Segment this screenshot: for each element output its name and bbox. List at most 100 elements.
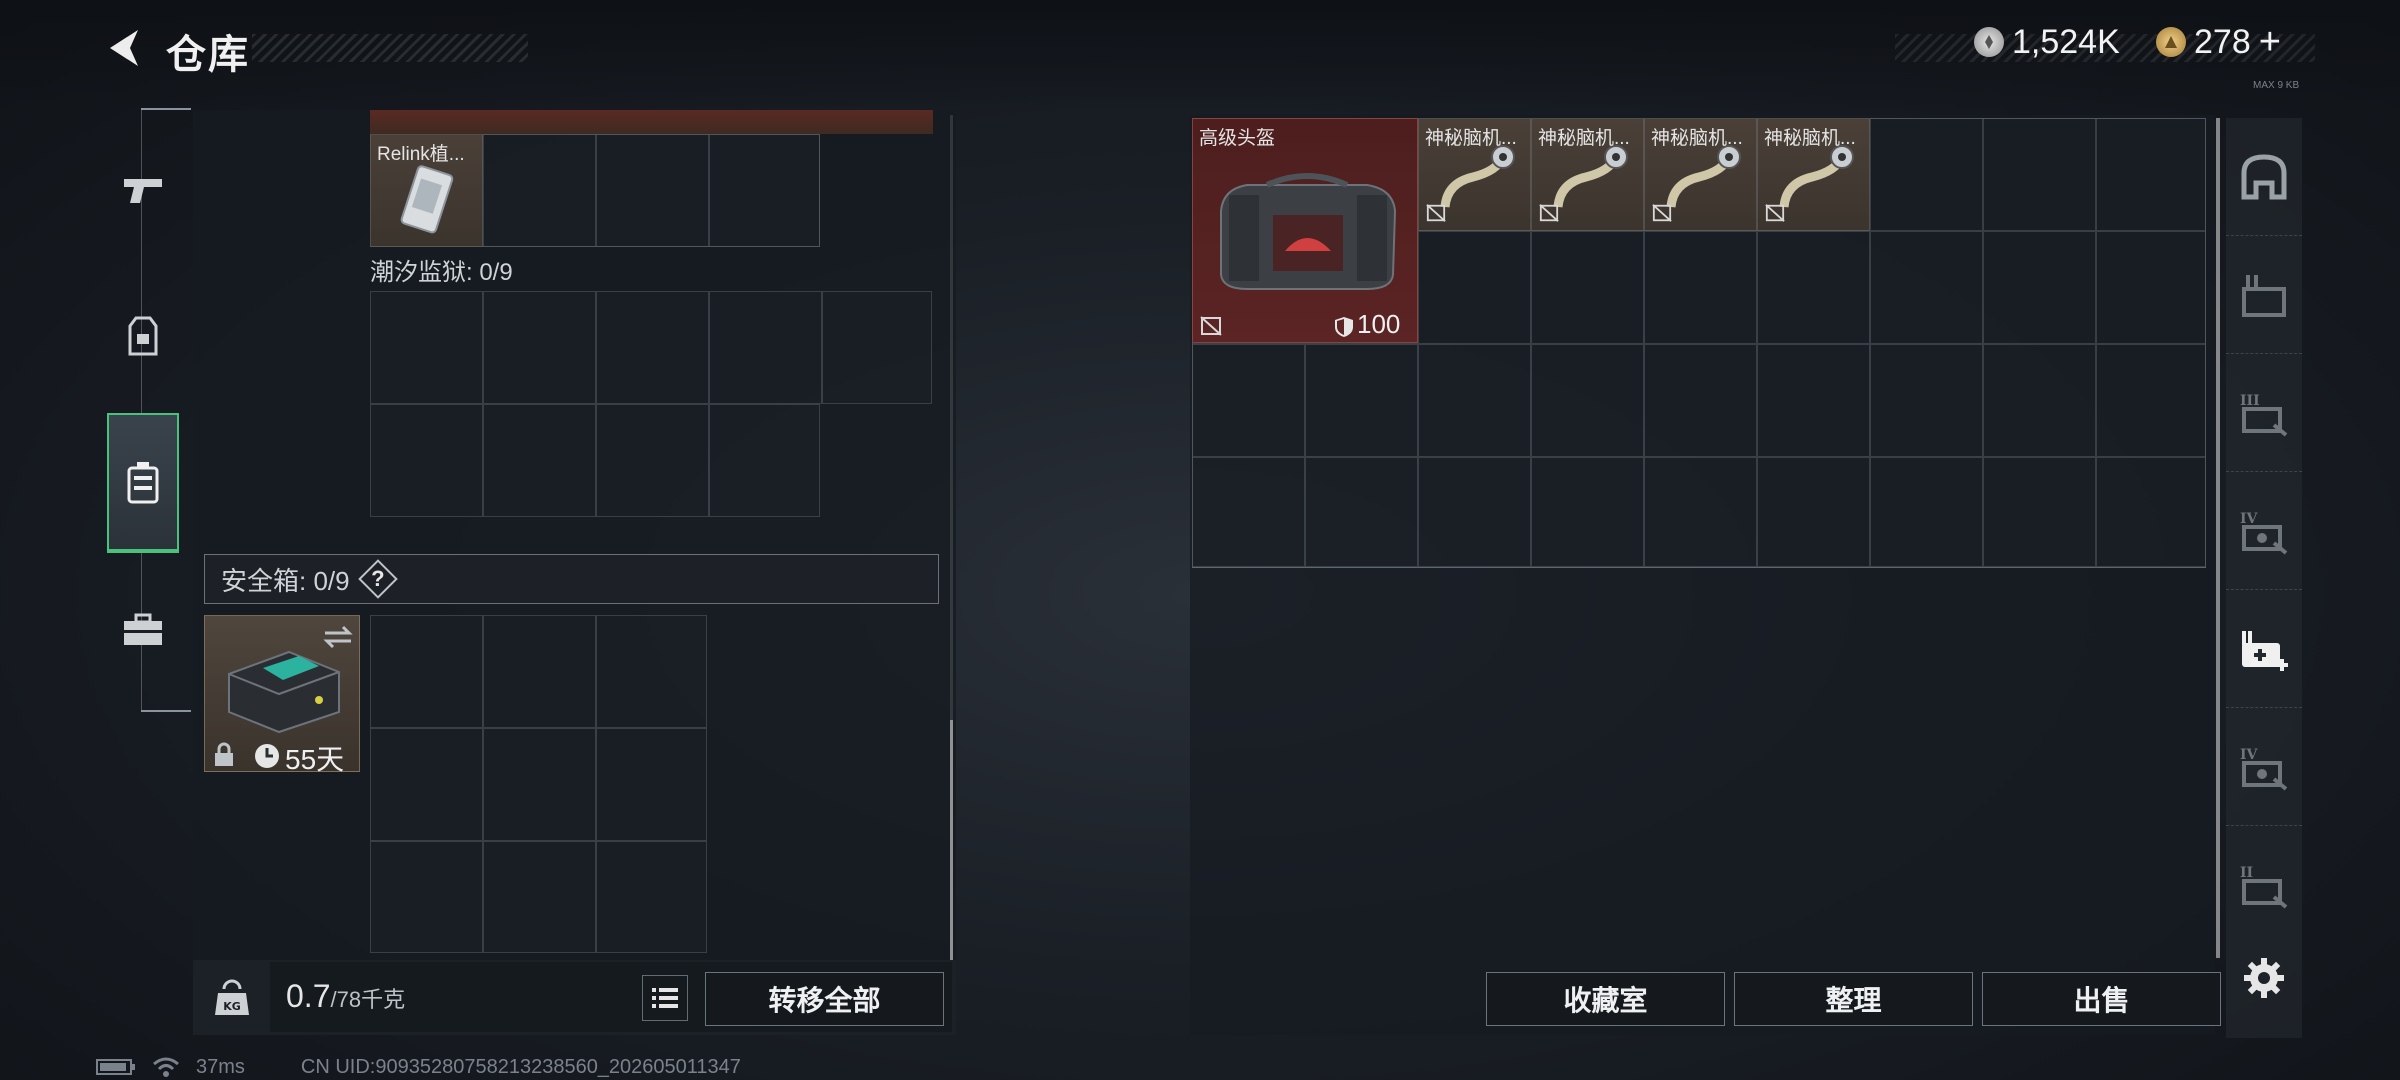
grid-cell[interactable] xyxy=(1757,457,1870,567)
grid-cell[interactable] xyxy=(1983,118,2096,231)
transfer-all-button[interactable]: 转移全部 xyxy=(705,972,944,1026)
grid-cell[interactable] xyxy=(1418,344,1531,457)
relink-implant-item[interactable]: Relink植... xyxy=(370,134,483,247)
filter-tier-ii[interactable]: II xyxy=(2226,826,2302,944)
no-trade-icon xyxy=(1652,204,1672,222)
grid-cell[interactable] xyxy=(1757,344,1870,457)
nav-weapons[interactable] xyxy=(107,144,179,236)
safe-box-item[interactable]: 55天 xyxy=(204,615,360,775)
help-button[interactable]: ? xyxy=(357,559,398,599)
grid-cell[interactable] xyxy=(1531,457,1644,567)
grid-cell[interactable] xyxy=(2096,457,2206,567)
grid-cell[interactable] xyxy=(370,291,483,404)
grid-cell[interactable] xyxy=(370,404,483,517)
organize-button[interactable]: 整理 xyxy=(1734,972,1973,1026)
settings-button[interactable] xyxy=(2236,950,2292,1006)
grid-cell[interactable] xyxy=(1305,344,1418,457)
grid-cell[interactable] xyxy=(483,841,596,953)
cable-implant-icon xyxy=(1779,145,1854,208)
small-tag: MAX 9 KB xyxy=(2253,80,2300,91)
grid-cell[interactable] xyxy=(596,728,707,841)
case-icon xyxy=(127,462,159,504)
grid-cell[interactable] xyxy=(1644,457,1757,567)
grid-cell[interactable] xyxy=(483,134,596,247)
right-scrollbar-thumb[interactable] xyxy=(2216,118,2220,958)
gold-currency[interactable]: 278 + xyxy=(2156,21,2281,64)
grid-cell[interactable] xyxy=(1757,231,1870,344)
medkit-plus-icon xyxy=(2242,630,2288,671)
grid-cell[interactable] xyxy=(2096,118,2206,231)
question-icon: ? xyxy=(370,565,385,591)
filter-tier-iv[interactable]: IV xyxy=(2226,472,2302,590)
grid-cell[interactable] xyxy=(1983,344,2096,457)
grid-cell[interactable] xyxy=(1870,118,1983,231)
grid-cell[interactable] xyxy=(483,404,596,517)
battery-icon xyxy=(96,1059,135,1075)
stash-item-brain-chip[interactable]: 神秘脑机... xyxy=(1418,118,1531,231)
grid-cell[interactable] xyxy=(2096,344,2206,457)
filter-tier-iii[interactable]: III xyxy=(2226,354,2302,472)
nav-gear[interactable] xyxy=(107,290,179,382)
grid-cell[interactable] xyxy=(596,404,709,517)
lock-icon xyxy=(215,742,233,766)
svg-text:II: II xyxy=(2240,865,2253,881)
grid-cell[interactable] xyxy=(709,291,822,404)
grid-cell[interactable] xyxy=(1870,344,1983,457)
swap-icon[interactable] xyxy=(323,624,353,650)
grid-cell[interactable] xyxy=(1644,344,1757,457)
filter-tier-iv-alt[interactable]: IV xyxy=(2226,708,2302,826)
cable-implant-icon xyxy=(1440,145,1515,208)
grid-cell[interactable] xyxy=(370,615,483,728)
stash-item-brain-chip[interactable]: 神秘脑机... xyxy=(1644,118,1757,231)
gold-amount: 278 xyxy=(2194,22,2251,61)
filter-armor[interactable] xyxy=(2226,118,2302,236)
weight-value: 0.7/78千克 xyxy=(286,978,405,1015)
svg-text:KG: KG xyxy=(223,1000,241,1013)
grid-cell[interactable] xyxy=(370,841,483,953)
item-name: Relink植... xyxy=(377,144,465,165)
stash-item-brain-chip[interactable]: 神秘脑机... xyxy=(1757,118,1870,231)
grid-cell[interactable] xyxy=(709,134,820,247)
grid-cell[interactable] xyxy=(1870,231,1983,344)
grid-cell[interactable] xyxy=(1192,457,1305,567)
grid-cell[interactable] xyxy=(1305,457,1418,567)
grid-cell[interactable] xyxy=(2096,231,2206,344)
sell-button[interactable]: 出售 xyxy=(1982,972,2221,1026)
grid-cell[interactable] xyxy=(1192,344,1305,457)
grid-cell[interactable] xyxy=(1870,457,1983,567)
filter-medical[interactable] xyxy=(2226,590,2302,708)
back-button[interactable] xyxy=(96,20,152,76)
stash-item-helmet[interactable]: 高级头盔 100 xyxy=(1192,118,1418,343)
grid-cell[interactable] xyxy=(1418,457,1531,567)
grid-cell[interactable] xyxy=(483,615,596,728)
grid-cell[interactable] xyxy=(1983,231,2096,344)
gear-icon xyxy=(2244,958,2284,998)
grid-cell[interactable] xyxy=(1418,231,1531,344)
grid-cell[interactable] xyxy=(483,728,596,841)
grid-cell[interactable] xyxy=(1531,344,1644,457)
grid-cell[interactable] xyxy=(1531,231,1644,344)
nav-tools[interactable] xyxy=(107,584,179,676)
grid-cell[interactable] xyxy=(483,291,596,404)
grid-cell[interactable] xyxy=(1983,457,2096,567)
grid-cell[interactable] xyxy=(1644,231,1757,344)
silver-currency: 1,524K xyxy=(1974,22,2120,62)
weight-icon: KG xyxy=(206,972,258,1024)
gold-plus-icon[interactable]: + xyxy=(2259,21,2281,64)
list-view-button[interactable] xyxy=(642,975,688,1021)
grid-cell[interactable] xyxy=(596,134,709,247)
collection-room-button[interactable]: 收藏室 xyxy=(1486,972,1725,1026)
svg-text:IV: IV xyxy=(2240,511,2259,527)
wifi-icon xyxy=(153,1057,179,1077)
gold-coin-icon xyxy=(2156,27,2186,57)
grid-cell[interactable] xyxy=(596,841,707,953)
grid-cell[interactable] xyxy=(822,291,932,404)
left-scrollbar-thumb[interactable] xyxy=(950,720,953,960)
stash-item-brain-chip[interactable]: 神秘脑机... xyxy=(1531,118,1644,231)
grid-cell[interactable] xyxy=(709,404,820,517)
grid-cell[interactable] xyxy=(370,728,483,841)
grid-cell[interactable] xyxy=(596,291,709,404)
grid-cell[interactable] xyxy=(596,615,707,728)
filter-ammo[interactable] xyxy=(2226,236,2302,354)
nav-containers[interactable] xyxy=(107,413,179,553)
